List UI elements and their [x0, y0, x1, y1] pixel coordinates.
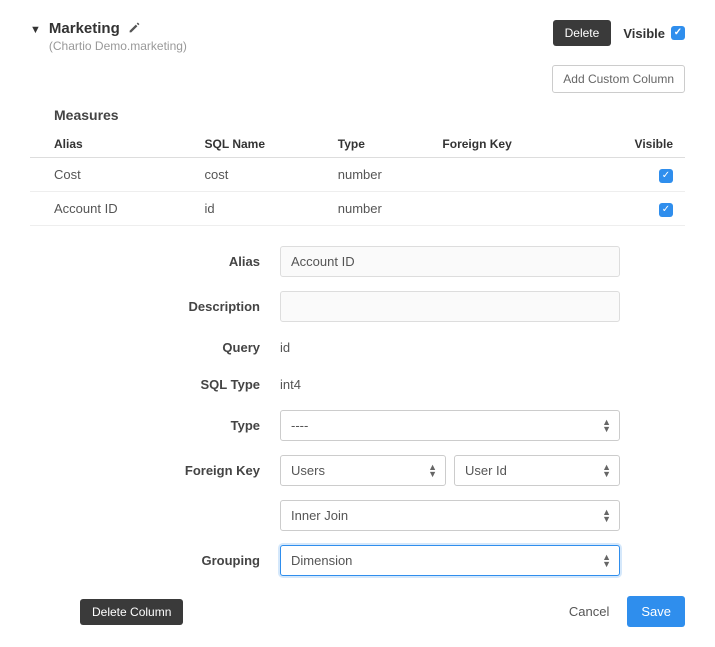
- table-row[interactable]: Account ID id number: [30, 192, 685, 226]
- section-title: Measures: [54, 107, 685, 123]
- fk-table-select[interactable]: Users ▲▼: [280, 455, 446, 486]
- label-fk: Foreign Key: [30, 463, 280, 478]
- edit-icon[interactable]: [128, 21, 141, 37]
- cancel-button[interactable]: Cancel: [555, 596, 623, 627]
- label-grouping: Grouping: [30, 553, 280, 568]
- chevron-updown-icon: ▲▼: [602, 554, 611, 568]
- collapse-caret-icon[interactable]: ▼: [30, 24, 41, 36]
- sqltype-value: int4: [280, 373, 301, 396]
- col-sqlname: SQL Name: [197, 131, 330, 158]
- visible-checkbox[interactable]: [671, 26, 685, 40]
- row-visible-checkbox[interactable]: [659, 203, 673, 217]
- add-custom-column-button[interactable]: Add Custom Column: [552, 65, 685, 93]
- chevron-updown-icon: ▲▼: [602, 509, 611, 523]
- query-value: id: [280, 336, 290, 359]
- delete-button[interactable]: Delete: [553, 20, 612, 46]
- chevron-updown-icon: ▲▼: [428, 464, 437, 478]
- join-select[interactable]: Inner Join ▲▼: [280, 500, 620, 531]
- label-description: Description: [30, 299, 280, 314]
- label-alias: Alias: [30, 254, 280, 269]
- visible-label: Visible: [623, 26, 665, 41]
- save-button[interactable]: Save: [627, 596, 685, 627]
- chevron-updown-icon: ▲▼: [602, 464, 611, 478]
- type-select[interactable]: ---- ▲▼: [280, 410, 620, 441]
- label-sqltype: SQL Type: [30, 377, 280, 392]
- col-type: Type: [330, 131, 435, 158]
- grouping-select[interactable]: Dimension ▲▼: [280, 545, 620, 576]
- table-row[interactable]: Cost cost number: [30, 158, 685, 192]
- label-type: Type: [30, 418, 280, 433]
- page-subtitle: (Chartio Demo.marketing): [49, 39, 187, 53]
- row-visible-checkbox[interactable]: [659, 169, 673, 183]
- measures-table: Alias SQL Name Type Foreign Key Visible …: [30, 131, 685, 226]
- chevron-updown-icon: ▲▼: [602, 419, 611, 433]
- description-input[interactable]: [280, 291, 620, 322]
- label-query: Query: [30, 340, 280, 355]
- delete-column-button[interactable]: Delete Column: [80, 599, 183, 625]
- fk-column-select[interactable]: User Id ▲▼: [454, 455, 620, 486]
- page-title: Marketing: [49, 20, 120, 37]
- col-alias: Alias: [30, 131, 197, 158]
- col-fk: Foreign Key: [434, 131, 583, 158]
- col-visible: Visible: [583, 131, 685, 158]
- alias-input[interactable]: [280, 246, 620, 277]
